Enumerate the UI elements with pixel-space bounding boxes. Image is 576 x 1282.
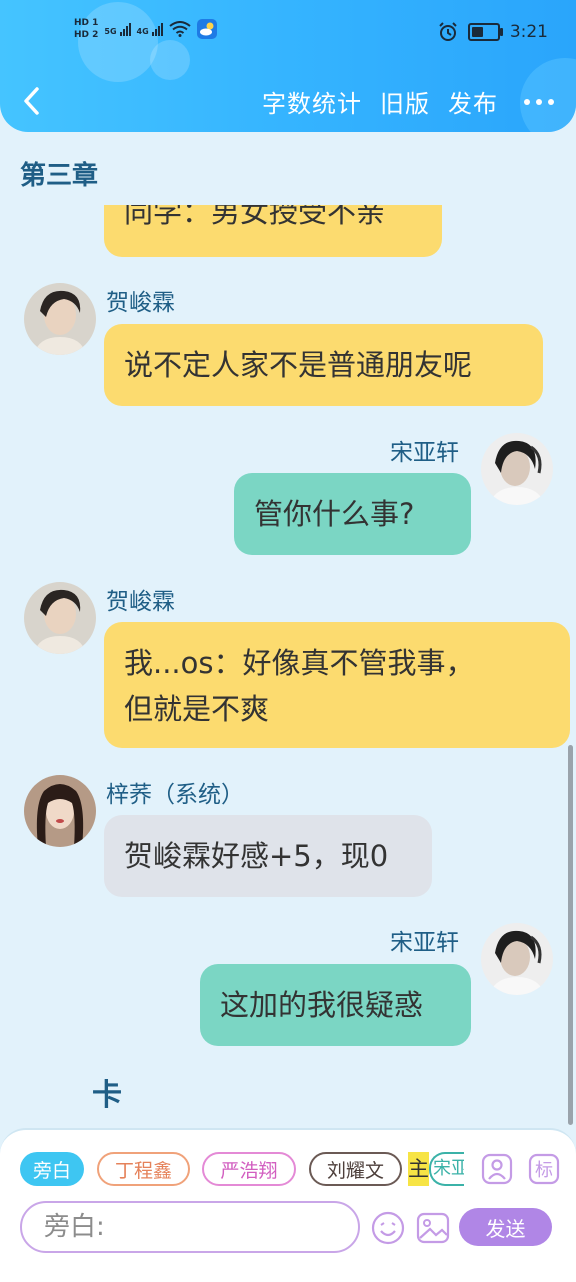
alarm-icon [439, 22, 457, 41]
emoji-icon[interactable] [371, 1211, 405, 1245]
tag-icon[interactable]: 标 [528, 1153, 560, 1185]
message-bubble[interactable]: 说不定人家不是普通朋友呢 [104, 324, 543, 406]
publish-button[interactable]: 发布 [448, 84, 498, 119]
signal-1-label: 5G [104, 26, 117, 36]
chat-area[interactable]: 同学：男女授受不亲 贺峻霖 说不定人家不是普通朋友呢 宋亚轩 管你什么事? 贺峻… [0, 205, 576, 1125]
battery-fill [471, 27, 483, 37]
sender-name: 梓荞（系统） [106, 782, 244, 808]
battery-icon [467, 23, 503, 41]
avatar-song-yaxuan[interactable] [481, 433, 553, 505]
role-chip-yan-haoxiang[interactable]: 严浩翔 [202, 1152, 296, 1186]
message-bubble[interactable]: 我...os：好像真不管我事， 但就是不爽 [104, 622, 570, 748]
status-right: 3:21 [438, 22, 548, 42]
avatar-image [481, 923, 553, 995]
role-chip-ding-chengxin[interactable]: 丁程鑫 [97, 1152, 190, 1186]
signal-icon: 4G [136, 22, 163, 36]
send-button[interactable]: 发送 [459, 1208, 552, 1246]
input-placeholder: 旁白: [44, 1212, 105, 1242]
message-text: 说不定人家不是普通朋友呢 [124, 348, 473, 382]
role-label: 刘耀文 [326, 1159, 384, 1182]
avatar-image [24, 283, 96, 355]
avatar-image [24, 582, 96, 654]
message-text-line: 但就是不爽 [124, 692, 270, 726]
role-main-marker: 主 [408, 1152, 429, 1186]
svg-text:标: 标 [535, 1160, 553, 1181]
sender-name: 贺峻霖 [106, 290, 175, 316]
card-label: 卡 [92, 1078, 122, 1113]
avatar-he-junlin[interactable] [24, 283, 96, 355]
status-left: HD 1 HD 2 5G 4G [74, 18, 217, 40]
image-icon[interactable] [416, 1211, 450, 1245]
avatar-ziqiao[interactable] [24, 775, 96, 847]
chapter-title: 第三章 [20, 161, 99, 191]
status-time: 3:21 [509, 22, 548, 42]
scrollbar[interactable] [568, 745, 573, 1125]
avatar-song-yaxuan[interactable] [481, 923, 553, 995]
signal-icon: 5G [104, 22, 131, 36]
role-label: 旁白 [32, 1159, 71, 1182]
message-text-line: 我...os：好像真不管我事， [124, 646, 475, 680]
sender-name: 贺峻霖 [106, 589, 175, 615]
message-bubble[interactable]: 贺峻霖好感+5，现0 [104, 815, 432, 897]
narration-input[interactable]: 旁白: [20, 1201, 360, 1253]
role-label: 丁程鑫 [114, 1159, 172, 1182]
avatar-image [481, 433, 553, 505]
role-scroll-partial[interactable]: 主 宋亚 [408, 1152, 464, 1186]
nav-actions: 字数统计 旧版 发布 [262, 84, 554, 119]
role-label: 严浩翔 [220, 1159, 278, 1182]
status-bar: HD 1 HD 2 5G 4G 3:21 [0, 18, 576, 52]
message-text: 这加的我很疑惑 [220, 988, 424, 1022]
message-bubble[interactable]: 管你什么事? [234, 473, 471, 555]
role-label: 宋亚 [429, 1152, 464, 1186]
add-role-icon[interactable] [481, 1153, 513, 1185]
app-header: HD 1 HD 2 5G 4G 3:21 字数统计 旧版 发布 [0, 0, 576, 132]
nav-bar: 字数统计 旧版 发布 [0, 78, 576, 128]
avatar-image [24, 775, 96, 847]
message-text: 管你什么事? [254, 497, 415, 531]
message-text: 贺峻霖好感+5，现0 [124, 839, 389, 873]
send-label: 发送 [485, 1216, 526, 1241]
network-label-1: HD 1 [74, 18, 99, 28]
role-chip-narration[interactable]: 旁白 [20, 1152, 84, 1186]
old-version-button[interactable]: 旧版 [380, 84, 430, 119]
message-bubble[interactable]: 这加的我很疑惑 [200, 964, 471, 1046]
network-label-2: HD 2 [74, 30, 99, 40]
back-arrow-icon[interactable] [18, 86, 48, 116]
avatar-he-junlin[interactable] [24, 582, 96, 654]
more-options-icon[interactable] [524, 98, 554, 105]
role-chip-liu-yaowen[interactable]: 刘耀文 [309, 1152, 402, 1186]
sender-name: 宋亚轩 [390, 930, 459, 956]
word-count-button[interactable]: 字数统计 [262, 84, 362, 119]
message-text: 同学：男女授受不亲 [124, 205, 386, 229]
wifi-icon [169, 21, 191, 37]
weather-app-icon [196, 19, 217, 39]
message-bubble[interactable]: 同学：男女授受不亲 [104, 205, 442, 257]
sender-name: 宋亚轩 [390, 440, 459, 466]
signal-2-label: 4G [136, 26, 149, 36]
